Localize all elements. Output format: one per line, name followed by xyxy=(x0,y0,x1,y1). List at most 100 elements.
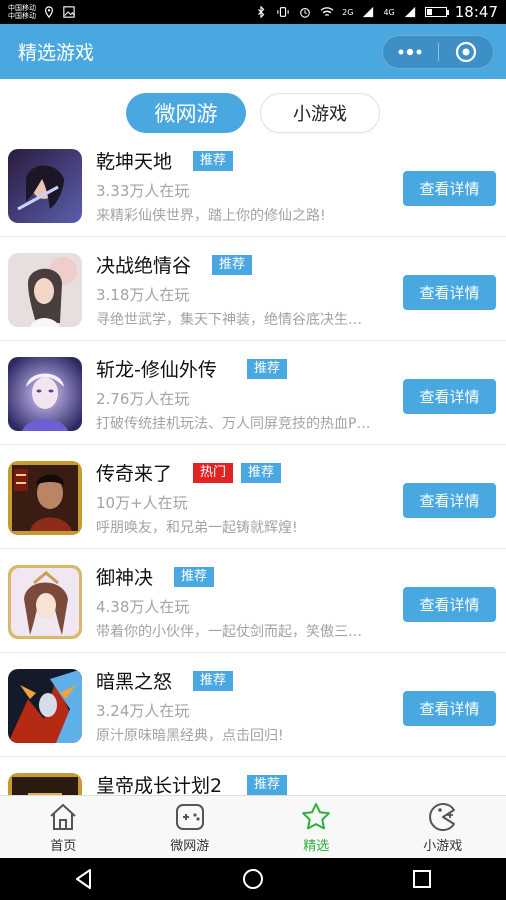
star-icon xyxy=(302,802,331,829)
list-item[interactable]: 皇帝成长计划2 推荐 xyxy=(0,757,506,795)
carrier-info: 中国移动 中国移动 xyxy=(8,4,36,20)
target-circle-icon xyxy=(455,41,476,62)
tag-recommend: 推荐 xyxy=(212,255,253,275)
view-details-button[interactable]: 查看详情 xyxy=(403,691,496,726)
tab-label: 首页 xyxy=(50,838,77,854)
view-details-button[interactable]: 查看详情 xyxy=(403,275,496,310)
player-count: 2.76万人在玩 xyxy=(96,390,190,408)
player-count: 3.18万人在玩 xyxy=(96,286,190,304)
tag-group: 推荐 xyxy=(247,775,288,795)
view-details-button[interactable]: 查看详情 xyxy=(403,483,496,518)
list-item[interactable]: 乾坤天地 推荐 3.33万人在玩 来精彩仙侠世界，踏上你的修仙之路! 查看详情 xyxy=(0,147,506,237)
home-circle-icon[interactable] xyxy=(241,867,265,891)
tab-home[interactable]: 首页 xyxy=(0,796,127,858)
game-thumb-juezhan[interactable] xyxy=(8,253,82,327)
more-dots-icon xyxy=(398,48,422,55)
status-right: 2G 4G 18:47 xyxy=(254,3,498,21)
game-thumb-yushen[interactable] xyxy=(8,565,82,639)
tag-group: 推荐 xyxy=(193,151,234,171)
clock: 18:47 xyxy=(454,3,498,21)
game-list-inner: 乾坤天地 推荐 3.33万人在玩 来精彩仙侠世界，踏上你的修仙之路! 查看详情 xyxy=(0,147,506,795)
game-description: 寻绝世武学，集天下神装，绝情谷底决生… xyxy=(96,312,362,328)
list-item[interactable]: 传奇来了 热门 推荐 10万+人在玩 呼朋唤友，和兄弟一起铸就辉煌! 查看详情 xyxy=(0,445,506,549)
view-details-button[interactable]: 查看详情 xyxy=(403,587,496,622)
list-item[interactable]: 御神决 推荐 4.38万人在玩 带着你的小伙伴，一起仗剑而起，笑傲三… 查看详情 xyxy=(0,549,506,653)
game-thumb-huangdi[interactable] xyxy=(8,773,82,795)
signal-2g-label: 2G xyxy=(342,7,354,17)
tag-recommend: 推荐 xyxy=(193,671,234,691)
game-title: 御神决 xyxy=(96,567,154,589)
game-thumb-zhanlong[interactable] xyxy=(8,357,82,431)
close-button[interactable] xyxy=(439,36,494,68)
back-icon[interactable] xyxy=(72,867,96,891)
player-count: 4.38万人在玩 xyxy=(96,598,190,616)
player-count: 3.33万人在玩 xyxy=(96,182,190,200)
game-title: 暗黑之怒 xyxy=(96,671,173,693)
game-thumb-chuanqi[interactable] xyxy=(8,461,82,535)
carrier-1: 中国移动 xyxy=(8,4,36,12)
list-item[interactable]: 决战绝情谷 推荐 3.18万人在玩 寻绝世武学，集天下神装，绝情谷底决生… 查看… xyxy=(0,237,506,341)
carrier-2: 中国移动 xyxy=(8,12,36,20)
tag-hot: 热门 xyxy=(193,463,234,483)
game-title: 决战绝情谷 xyxy=(96,255,192,277)
android-nav-bar xyxy=(0,858,506,900)
tab-weiwangyou-bottom[interactable]: 微网游 xyxy=(127,796,254,858)
vibrate-icon xyxy=(277,7,289,17)
game-list[interactable]: 乾坤天地 推荐 3.33万人在玩 来精彩仙侠世界，踏上你的修仙之路! 查看详情 xyxy=(0,147,506,795)
tab-xiaoyouxi[interactable]: 小游戏 xyxy=(260,93,380,133)
game-title: 斩龙-修仙外传 xyxy=(96,359,217,381)
view-details-button[interactable]: 查看详情 xyxy=(403,379,496,414)
gamepad-icon xyxy=(175,803,204,830)
signal-4g-label: 4G xyxy=(383,7,395,17)
more-button[interactable] xyxy=(383,36,438,68)
view-details-button[interactable]: 查看详情 xyxy=(403,171,496,206)
list-item[interactable]: 暗黑之怒 推荐 3.24万人在玩 原汁原味暗黑经典，点击回归! 查看详情 xyxy=(0,653,506,757)
game-description: 呼朋唤友，和兄弟一起铸就辉煌! xyxy=(96,520,298,536)
tag-recommend: 推荐 xyxy=(174,567,215,587)
mini-program-capsule xyxy=(382,34,494,69)
tag-group: 推荐 xyxy=(174,567,215,587)
image-icon xyxy=(63,6,75,18)
recents-icon[interactable] xyxy=(410,867,434,891)
list-item[interactable]: 斩龙-修仙外传 推荐 2.76万人在玩 打破传统挂机玩法、万人同屏竞技的热血P…… xyxy=(0,341,506,445)
status-bar: 中国移动 中国移动 2G 4G 18:47 xyxy=(0,0,506,24)
alarm-icon xyxy=(300,8,311,18)
page-title: 精选游戏 xyxy=(18,42,95,64)
tab-xiaoyouxi-bottom[interactable]: 小游戏 xyxy=(380,796,506,858)
game-description: 原汁原味暗黑经典，点击回归! xyxy=(96,728,284,744)
tag-group: 推荐 xyxy=(212,255,253,275)
tab-label: 微网游 xyxy=(170,838,210,854)
signal-1-icon xyxy=(363,6,374,18)
status-left: 中国移动 中国移动 xyxy=(8,4,76,20)
tag-group: 热门 推荐 xyxy=(193,463,282,483)
category-tabs: 微网游 小游戏 xyxy=(0,79,506,147)
tag-recommend: 推荐 xyxy=(193,151,234,171)
signal-2-icon xyxy=(404,6,415,18)
game-title: 乾坤天地 xyxy=(96,151,173,173)
game-title: 传奇来了 xyxy=(96,463,173,485)
tab-jingxuan[interactable]: 精选 xyxy=(253,796,380,858)
game-description: 打破传统挂机玩法、万人同屏竞技的热血P… xyxy=(96,416,371,432)
game-thumb-qiankun[interactable] xyxy=(8,149,82,223)
wifi-icon xyxy=(320,7,334,16)
tab-label: 小游戏 xyxy=(423,838,463,854)
player-count: 10万+人在玩 xyxy=(96,494,188,512)
tag-recommend: 推荐 xyxy=(247,359,288,379)
player-count: 3.24万人在玩 xyxy=(96,702,190,720)
game-description: 带着你的小伙伴，一起仗剑而起，笑傲三… xyxy=(96,624,362,640)
home-icon xyxy=(50,803,76,830)
game-description: 来精彩仙侠世界，踏上你的修仙之路! xyxy=(96,208,326,224)
bluetooth-icon xyxy=(258,6,265,18)
nav-bar: 精选游戏 xyxy=(0,24,506,79)
game-thumb-anhei[interactable] xyxy=(8,669,82,743)
location-icon xyxy=(44,6,54,18)
tab-weiwangyou[interactable]: 微网游 xyxy=(126,93,246,133)
battery-icon xyxy=(424,7,449,17)
tag-recommend: 推荐 xyxy=(247,775,288,795)
game-title: 皇帝成长计划2 xyxy=(96,775,223,795)
tab-label: 精选 xyxy=(303,838,330,854)
tag-group: 推荐 xyxy=(247,359,288,379)
pacman-icon xyxy=(428,802,455,831)
tag-recommend: 推荐 xyxy=(241,463,282,483)
bottom-tab-bar: 首页 微网游 精选 小游戏 xyxy=(0,795,506,858)
